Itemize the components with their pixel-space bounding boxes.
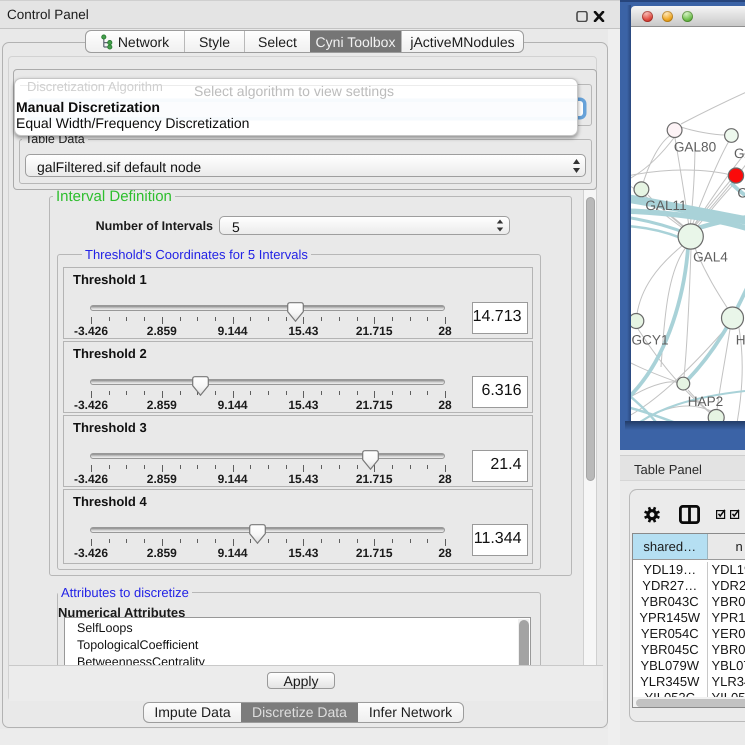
- svg-text:C: C: [737, 186, 745, 201]
- svg-text:HAP2: HAP2: [688, 394, 724, 409]
- svg-text:GAL11: GAL11: [645, 198, 686, 213]
- svg-text:GAL80: GAL80: [674, 140, 717, 155]
- svg-text:GAL4: GAL4: [693, 250, 728, 265]
- svg-text:GA: GA: [734, 146, 745, 161]
- svg-text:GCY1: GCY1: [631, 333, 668, 348]
- svg-text:HI: HI: [736, 333, 745, 348]
